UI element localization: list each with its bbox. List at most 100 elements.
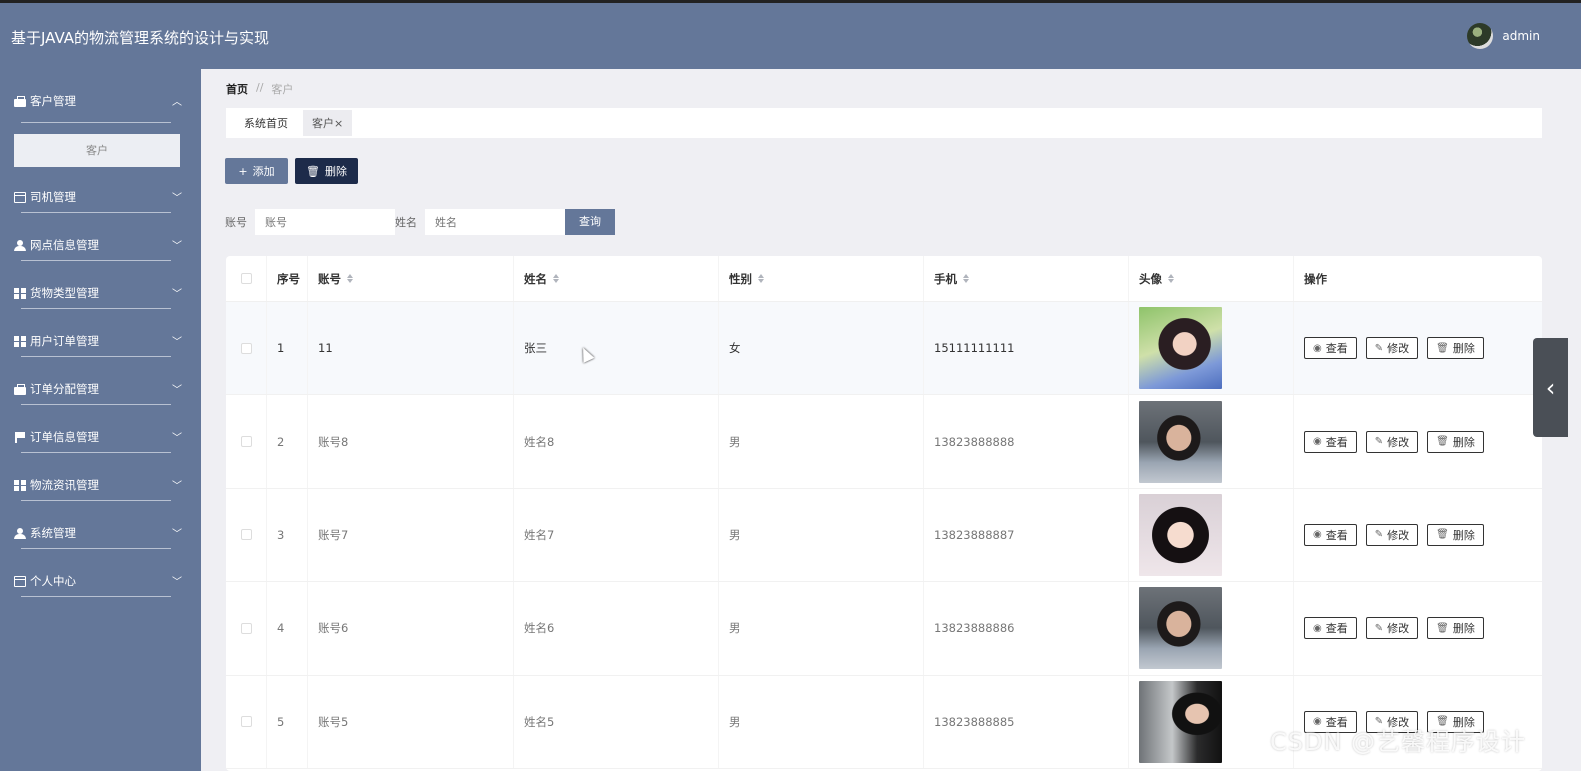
close-icon[interactable]: × bbox=[334, 117, 343, 130]
cell-phone: 13823888886 bbox=[924, 582, 1129, 675]
sidebar-item-driver[interactable]: 司机管理 ﹀ bbox=[0, 165, 201, 213]
username[interactable]: admin bbox=[1502, 29, 1540, 43]
table-row[interactable]: 1 11 张三 女 15111111111 ◉ 查看 ✎ 修改 🗑 删除 bbox=[226, 302, 1542, 396]
sort-icon[interactable] bbox=[553, 274, 559, 283]
col-header-gender[interactable]: 性别 bbox=[719, 256, 924, 301]
delete-row-button[interactable]: 🗑 删除 bbox=[1427, 337, 1484, 360]
col-header-account[interactable]: 账号 bbox=[308, 256, 514, 301]
sort-icon[interactable] bbox=[1168, 274, 1174, 283]
edit-label: 修改 bbox=[1387, 342, 1410, 356]
sort-icon[interactable] bbox=[758, 274, 764, 283]
sort-icon[interactable] bbox=[963, 274, 969, 283]
view-button[interactable]: ◉ 查看 bbox=[1304, 523, 1357, 546]
delete-label: 删除 bbox=[1452, 435, 1475, 449]
query-button[interactable]: 查询 bbox=[565, 209, 615, 235]
table-row[interactable]: 2 账号8 姓名8 男 13823888888 ◉ 查看 ✎ 修改 🗑 删除 bbox=[226, 395, 1542, 489]
sidebar-item-label: 个人中心 bbox=[30, 574, 76, 588]
sidebar-item-label: 订单分配管理 bbox=[30, 382, 99, 396]
view-button[interactable]: ◉ 查看 bbox=[1304, 617, 1357, 640]
delete-row-button[interactable]: 🗑 删除 bbox=[1427, 430, 1484, 453]
sidebar-item-order-assign[interactable]: 订单分配管理 ﹀ bbox=[0, 357, 201, 405]
edit-button[interactable]: ✎ 修改 bbox=[1365, 430, 1419, 453]
sidebar-item-customer[interactable]: 客户管理 ︿ bbox=[0, 69, 201, 123]
card-icon bbox=[14, 575, 26, 587]
breadcrumb-separator: // bbox=[256, 81, 264, 94]
chevron-up-icon[interactable]: ︿ bbox=[172, 93, 182, 108]
account-input[interactable] bbox=[255, 209, 395, 235]
breadcrumb-home[interactable]: 首页 bbox=[226, 81, 248, 97]
chevron-down-icon[interactable]: ﹀ bbox=[172, 333, 182, 348]
delete-row-button[interactable]: 🗑 删除 bbox=[1427, 523, 1484, 546]
cell-phone: 13823888888 bbox=[924, 395, 1129, 488]
view-label: 查看 bbox=[1325, 435, 1348, 449]
sidebar-item-cargo-type[interactable]: 货物类型管理 ﹀ bbox=[0, 261, 201, 309]
sidebar-item-branch[interactable]: 网点信息管理 ﹀ bbox=[0, 213, 201, 261]
flag-icon bbox=[14, 431, 26, 443]
col-header-phone[interactable]: 手机 bbox=[924, 256, 1129, 301]
cell-phone: 15111111111 bbox=[924, 302, 1129, 395]
sidebar-item-profile[interactable]: 个人中心 ﹀ bbox=[0, 549, 201, 597]
chevron-down-icon[interactable]: ﹀ bbox=[172, 237, 182, 252]
sidebar-item-order-info[interactable]: 订单信息管理 ﹀ bbox=[0, 405, 201, 453]
chevron-left-icon: ‹ bbox=[1545, 373, 1556, 402]
sidebar-item-logistics-news[interactable]: 物流资讯管理 ﹀ bbox=[0, 453, 201, 501]
col-header-label: 性别 bbox=[729, 271, 752, 286]
row-checkbox[interactable] bbox=[240, 342, 252, 354]
collapse-panel-button[interactable]: ‹ bbox=[1533, 338, 1568, 437]
user-menu[interactable]: admin bbox=[1467, 23, 1540, 49]
cell-name: 姓名7 bbox=[514, 488, 719, 582]
name-input[interactable] bbox=[425, 209, 565, 235]
avatar-image[interactable] bbox=[1139, 400, 1222, 483]
delete-button[interactable]: 🗑 删除 bbox=[295, 158, 358, 184]
chevron-down-icon[interactable]: ﹀ bbox=[172, 381, 182, 396]
avatar-image[interactable] bbox=[1139, 307, 1222, 390]
sort-icon[interactable] bbox=[347, 274, 353, 283]
avatar-image[interactable] bbox=[1139, 680, 1222, 763]
chevron-down-icon[interactable]: ﹀ bbox=[172, 573, 182, 588]
table-header: 序号 账号 姓名 性别 手机 头像 操作 bbox=[226, 256, 1542, 302]
avatar-image[interactable] bbox=[1139, 587, 1222, 670]
tab-customer[interactable]: 客户× bbox=[303, 110, 353, 136]
edit-button[interactable]: ✎ 修改 bbox=[1365, 523, 1419, 546]
select-all-checkbox[interactable] bbox=[240, 273, 252, 284]
cell-gender: 男 bbox=[719, 488, 924, 582]
sidebar-subitem-customer[interactable]: 客户 bbox=[14, 134, 180, 167]
col-header-label: 手机 bbox=[934, 271, 957, 286]
col-header-avatar[interactable]: 头像 bbox=[1129, 256, 1294, 301]
view-button[interactable]: ◉ 查看 bbox=[1304, 337, 1357, 360]
row-checkbox[interactable] bbox=[240, 716, 252, 728]
chevron-down-icon[interactable]: ﹀ bbox=[172, 477, 182, 492]
add-button[interactable]: + 添加 bbox=[225, 158, 288, 184]
cell-no: 1 bbox=[267, 302, 308, 395]
avatar-image[interactable] bbox=[1139, 493, 1222, 576]
col-header-label: 姓名 bbox=[524, 271, 547, 286]
eye-icon: ◉ bbox=[1313, 622, 1322, 634]
col-header: 序号 bbox=[267, 256, 308, 301]
cell-phone: 13823888887 bbox=[924, 488, 1129, 582]
chevron-down-icon[interactable]: ﹀ bbox=[172, 525, 182, 540]
chevron-down-icon[interactable]: ﹀ bbox=[172, 189, 182, 204]
table-row[interactable]: 4 账号6 姓名6 男 13823888886 ◉ 查看 ✎ 修改 🗑 删除 bbox=[226, 582, 1542, 676]
delete-row-button[interactable]: 🗑 删除 bbox=[1427, 617, 1484, 640]
col-header-name[interactable]: 姓名 bbox=[514, 256, 719, 301]
view-button[interactable]: ◉ 查看 bbox=[1304, 430, 1357, 453]
edit-button[interactable]: ✎ 修改 bbox=[1365, 617, 1419, 640]
row-checkbox[interactable] bbox=[240, 529, 252, 541]
cell-no: 4 bbox=[267, 582, 308, 675]
row-checkbox[interactable] bbox=[240, 436, 252, 448]
cell-account: 账号8 bbox=[308, 395, 514, 488]
chevron-down-icon[interactable]: ﹀ bbox=[172, 429, 182, 444]
row-checkbox[interactable] bbox=[240, 622, 252, 634]
tab-home[interactable]: 系统首页 bbox=[235, 110, 297, 136]
avatar[interactable] bbox=[1467, 23, 1494, 49]
edit-button[interactable]: ✎ 修改 bbox=[1365, 337, 1419, 360]
sidebar-item-user-orders[interactable]: 用户订单管理 ﹀ bbox=[0, 309, 201, 357]
cell-account: 账号5 bbox=[308, 675, 514, 768]
sidebar-item-system[interactable]: 系统管理 ﹀ bbox=[0, 501, 201, 549]
delete-label: 删除 bbox=[1452, 528, 1475, 542]
chevron-down-icon[interactable]: ﹀ bbox=[172, 285, 182, 300]
cell-name: 姓名8 bbox=[514, 395, 719, 488]
sidebar-item-label: 货物类型管理 bbox=[30, 286, 99, 300]
table-row[interactable]: 3 账号7 姓名7 男 13823888887 ◉ 查看 ✎ 修改 🗑 删除 bbox=[226, 488, 1542, 583]
pencil-icon: ✎ bbox=[1374, 342, 1384, 354]
